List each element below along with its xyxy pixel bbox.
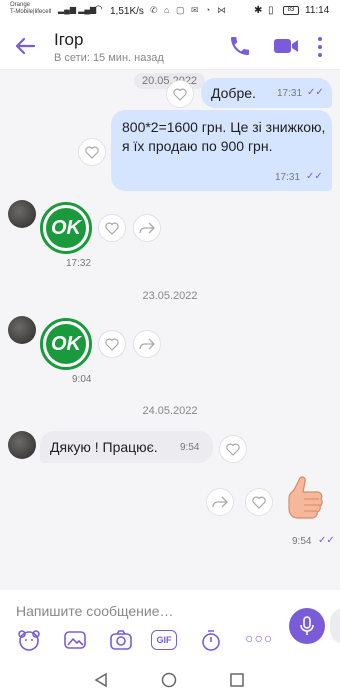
- like-button[interactable]: [219, 435, 247, 463]
- message-text: 800*2=1600 грн. Це зі знижкою, я їх прод…: [122, 119, 326, 154]
- heart-icon: [226, 443, 240, 456]
- heart-icon: [105, 338, 119, 351]
- ok-sticker[interactable]: OK: [40, 202, 92, 254]
- ok-sticker[interactable]: OK: [40, 318, 92, 370]
- forward-icon: [139, 338, 155, 350]
- sticker-bear-icon[interactable]: [17, 628, 41, 652]
- forward-button[interactable]: [133, 214, 161, 242]
- gallery-icon[interactable]: [63, 628, 87, 652]
- outgoing-message[interactable]: 800*2=1600 грн. Це зі знижкою, я їх прод…: [111, 110, 332, 191]
- notification-icons: ✆ ⌂ ▢ ✉ ◔ ⋈: [150, 5, 228, 15]
- phone-icon[interactable]: [228, 34, 252, 58]
- message-time: 9:54: [292, 536, 312, 547]
- more-options-icon[interactable]: ○○○: [245, 630, 273, 646]
- gif-button[interactable]: GIF: [151, 630, 177, 650]
- outgoing-message[interactable]: Добре. 17:31 ✓✓: [201, 78, 332, 108]
- read-check-icon: ✓✓: [306, 171, 323, 182]
- signal-icon: ▂▄▆ ▂▄▆: [58, 5, 97, 14]
- like-button[interactable]: [98, 214, 126, 242]
- incoming-message[interactable]: Дякую ! Працює. 9:54: [40, 431, 213, 463]
- nav-recents-icon[interactable]: [230, 673, 244, 687]
- avatar[interactable]: [8, 200, 36, 228]
- status-bar: Orange T-Mobile|lifecell ▂▄▆ ▂▄▆ ◠ 1,51K…: [0, 0, 340, 24]
- avatar[interactable]: [8, 316, 36, 344]
- back-arrow-icon[interactable]: [14, 36, 36, 56]
- last-seen-status: В сети: 15 мин. назад: [54, 52, 164, 64]
- avatar[interactable]: [8, 431, 36, 459]
- voice-record-button[interactable]: [289, 608, 325, 644]
- read-check-icon: ✓✓: [307, 87, 324, 98]
- like-button[interactable]: [78, 138, 106, 166]
- chat-header: Ігор В сети: 15 мин. назад: [0, 24, 340, 70]
- heart-icon: [85, 146, 99, 159]
- message-time: 9:54: [180, 442, 200, 453]
- heart-icon: [173, 88, 187, 101]
- message-time: 17:32: [66, 258, 92, 269]
- message-text: Добре.: [211, 85, 256, 101]
- like-button[interactable]: [98, 330, 126, 358]
- contact-name[interactable]: Ігор: [54, 30, 83, 50]
- like-button[interactable]: [166, 80, 194, 108]
- camera-icon[interactable]: [109, 628, 133, 652]
- heart-icon: [252, 496, 266, 509]
- more-vertical-icon[interactable]: [316, 36, 324, 58]
- forward-button[interactable]: [133, 330, 161, 358]
- like-button[interactable]: [245, 488, 273, 516]
- bluetooth-icon: ✱: [254, 5, 263, 16]
- forward-icon: [212, 496, 228, 508]
- timer-icon[interactable]: [199, 628, 223, 652]
- net-speed: 1,51K/s: [110, 6, 144, 17]
- system-nav-bar: [0, 662, 340, 699]
- read-check-icon: ✓✓: [318, 535, 335, 546]
- heart-icon: [105, 222, 119, 235]
- message-time: 17:31: [277, 88, 303, 99]
- message-time: 17:31: [275, 172, 301, 183]
- date-separator: 23.05.2022: [142, 290, 198, 302]
- forward-icon: [139, 222, 155, 234]
- video-call-icon[interactable]: [272, 34, 300, 58]
- clock: 11:14: [305, 5, 330, 16]
- message-list[interactable]: 20.05.2022 Добре. 17:31 ✓✓ 800*2=1600 гр…: [0, 70, 340, 590]
- nav-home-icon[interactable]: [161, 672, 177, 688]
- wifi-icon: ◠: [94, 4, 103, 15]
- message-time: 9:04: [72, 374, 92, 385]
- vibrate-icon: ▯: [268, 5, 274, 16]
- carrier-label: Orange T-Mobile|lifecell: [10, 2, 52, 15]
- message-text: Дякую ! Працює.: [50, 439, 158, 455]
- battery-icon: 83: [283, 6, 299, 15]
- thumbs-up-sticker-icon[interactable]: [284, 474, 326, 526]
- forward-button[interactable]: [206, 488, 234, 516]
- date-separator: 24.05.2022: [142, 405, 198, 417]
- message-input[interactable]: Напишите сообщение…: [16, 603, 174, 619]
- microphone-icon: [300, 616, 314, 635]
- nav-back-icon[interactable]: [94, 672, 108, 688]
